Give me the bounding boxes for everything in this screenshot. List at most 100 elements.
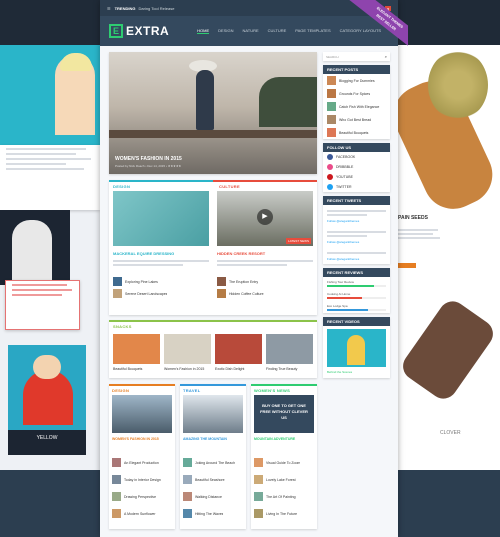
culture-label[interactable]: CULTURE [219,184,240,189]
design-label[interactable]: DESIGN [113,184,130,189]
spice-button[interactable] [398,263,416,268]
list-item[interactable]: Walking Distance [195,495,222,499]
dribbble-icon[interactable] [327,164,333,170]
column-label[interactable]: WOMEN'S NEWS [254,388,290,393]
logo-icon[interactable]: E [109,24,123,38]
review-bar [327,309,369,311]
list-item[interactable]: Who Got Best Bread [339,118,371,122]
snacks-label[interactable]: SNACKS [113,324,132,329]
clove-jar [397,295,499,405]
list-item[interactable]: Beautiful Bouquets [339,131,368,135]
widget-title: FOLLOW US [323,143,390,152]
hero-title[interactable]: WOMEN'S FASHION IN 2015 [115,156,182,162]
review-name[interactable]: Fishing Tour Review [327,280,354,284]
youtube-icon[interactable] [327,174,333,180]
widget-title: RECENT TWEETS [323,196,390,205]
strip-image-1[interactable] [113,334,160,364]
bg-text-card [0,145,100,210]
strip-title-1[interactable]: Beautiful Bouquets [113,367,160,371]
list-item[interactable]: Beautiful Seashore [195,478,225,482]
search-box[interactable]: SEARCH ⌕ [323,52,390,61]
social-link[interactable]: YOUTUBE [336,175,353,179]
list-item[interactable]: Drawing Perspective [124,495,156,499]
facebook-icon[interactable] [327,154,333,160]
strip-title-2[interactable]: Women's Fashion in 2015 [164,367,211,371]
bg-red-card [5,280,80,330]
search-icon[interactable]: ⌕ [385,54,387,59]
column-title[interactable]: AMAZING THE MOUNTAIN [183,437,227,441]
twitter-icon[interactable] [327,184,333,190]
strip-image-2[interactable] [164,334,211,364]
yellow-caption: YELLOW [8,430,86,455]
trending-label: TRENDING [114,5,136,11]
list-item[interactable]: Hitting The Waves [195,512,223,516]
play-icon[interactable]: ▶ [257,209,273,225]
tweets-widget: RECENT TWEETS Follow @elegantthemes Foll… [323,196,390,264]
hero-post[interactable]: WOMEN'S FASHION IN 2015 Posted by Nick R… [109,52,317,174]
nav-home[interactable]: HOME [197,28,210,34]
news-column: WOMEN'S NEWS BUY ONE TO GET ONE FREE WIT… [251,384,317,529]
promo-banner[interactable]: BUY ONE TO GET ONE FREE WITHOUT CLEVER U… [254,395,314,433]
review-name[interactable]: Cooking At Home [327,292,350,296]
design-column: DESIGN WOMEN'S FASHION IN 2015 An Elegan… [109,384,175,529]
recent-posts-widget: RECENT POSTS Blogging For Dummies Ground… [323,65,390,139]
list-item[interactable]: Exploring Pine Lakes [125,280,158,284]
column-label[interactable]: TRAVEL [183,388,201,393]
list-item[interactable]: Serene Desert Landscapes [125,292,167,296]
list-item[interactable]: Grounds For Spices [339,92,370,96]
video-thumbnail[interactable] [327,329,386,367]
nav-nature[interactable]: NATURE [243,28,259,34]
tweet-link[interactable]: Follow @elegantthemes [327,257,359,261]
bg-right-page: PAIN SEEDS CLOVER [383,45,500,470]
trending-text[interactable]: Daring Tool Release [138,6,174,11]
strip-title-3[interactable]: Exotic Dish Delight [215,367,262,371]
column-label[interactable]: DESIGN [112,388,129,393]
menu-icon[interactable]: ☰ [107,6,111,11]
nav-design[interactable]: DESIGN [218,28,233,34]
social-link[interactable]: TWITTER [336,185,352,189]
list-item[interactable]: Catch Fish With Elegance [339,105,379,109]
list-item[interactable]: An Elegant Production [124,461,159,465]
video-caption[interactable]: Behind the Scenes [323,370,390,378]
review-bar [327,297,363,299]
reviews-widget: RECENT REVIEWS Fishing Tour Review Cooki… [323,268,390,313]
list-item[interactable]: Joking Around The Beach [195,461,235,465]
list-item[interactable]: Blogging For Dummies [339,79,375,83]
list-item[interactable]: Living In The Future [266,512,297,516]
design-feature-title[interactable]: MACKERAL EQUIRE DRESSING [113,251,174,256]
videos-widget: RECENT VIDEOS Behind the Scenes [323,317,390,378]
strip-title-4[interactable]: Finding True Beauty [266,367,313,371]
ribbon-line-1: ELEGANT THEMES [375,6,404,30]
logo-text[interactable]: EXTRA [126,24,169,38]
search-input[interactable]: SEARCH [326,55,339,59]
column-title[interactable]: MOUNTAIN ADVENTURE [254,437,295,441]
culture-feature-title[interactable]: HIDDEN CREEK RESORT [217,251,265,256]
widget-title: RECENT POSTS [323,65,390,74]
tweet-link[interactable]: Follow @elegantthemes [327,219,359,223]
strip-image-3[interactable] [215,334,262,364]
list-item[interactable]: Visual Guide To Zoom [266,461,300,465]
social-link[interactable]: DRIBBBLE [336,165,353,169]
list-item[interactable]: Lovely Lake Forest [266,478,296,482]
strip-image-4[interactable] [266,334,313,364]
spice-title: PAIN SEEDS [398,215,428,221]
design-image[interactable] [113,191,209,246]
list-item[interactable]: The Art Of Painting [266,495,296,499]
bg-photo-teal [0,45,100,145]
culture-image[interactable]: ▶ LATEST NEWS [217,191,313,246]
list-item[interactable]: Hidden Coffee Culture [229,292,264,296]
bg-photo-dark [0,210,70,285]
list-item[interactable]: A Modern Sunflower [124,512,156,516]
nav-page-templates[interactable]: PAGE TEMPLATES [295,28,330,34]
tweet-link[interactable]: Follow @elegantthemes [327,240,359,244]
column-image[interactable] [112,395,172,433]
review-name[interactable]: Eco Lodge Spa [327,304,348,308]
column-title[interactable]: WOMEN'S FASHION IN 2015 [112,437,159,441]
social-link[interactable]: FACEBOOK [336,155,355,159]
list-item[interactable]: The Eruption Entry [229,280,258,284]
bg-photo-yellow: YELLOW [8,345,86,455]
nav-culture[interactable]: CULTURE [268,28,287,34]
column-image[interactable] [183,395,243,433]
list-item[interactable]: Today in Interior Design [124,478,161,482]
theme-window: ☰ TRENDING Daring Tool Release f t g E E… [100,0,398,537]
